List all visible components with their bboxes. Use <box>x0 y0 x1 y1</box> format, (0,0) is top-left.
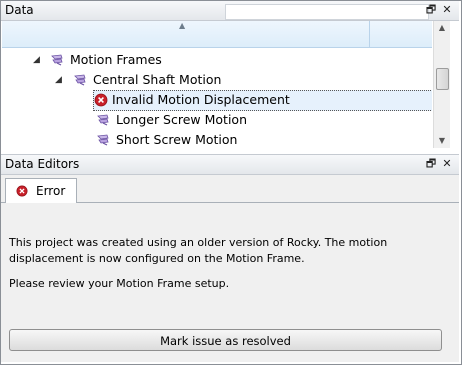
tree-row-central-shaft-motion[interactable]: ◢ Central Shaft Motion <box>2 70 432 90</box>
error-icon <box>16 185 28 197</box>
tree-header-strip[interactable]: ▲ <box>2 21 432 48</box>
expand-arrow-icon[interactable]: ◢ <box>33 50 40 70</box>
data-editors-title: Data Editors <box>5 157 80 171</box>
scroll-down-icon[interactable]: ▼ <box>434 134 450 148</box>
tree-row-label: Short Screw Motion <box>116 132 238 147</box>
tree-row-short-screw-motion[interactable]: Short Screw Motion <box>2 130 432 148</box>
motion-frame-icon <box>74 74 86 86</box>
motion-frame-icon <box>97 134 109 146</box>
error-message: This project was created using an older … <box>9 235 449 301</box>
tab-error-label: Error <box>36 184 66 198</box>
tree-row-label: Central Shaft Motion <box>93 72 222 87</box>
scroll-up-icon[interactable]: ▲ <box>434 21 450 35</box>
tree-row-label: Motion Frames <box>70 52 162 67</box>
float-window-icon[interactable]: 🗗 <box>424 157 438 171</box>
data-editors-titlebar: Data Editors 🗗 ✕ <box>1 154 459 175</box>
data-panel-titlebar: Data 🗗 ✕ <box>1 1 459 21</box>
data-panel-title: Data <box>5 3 34 17</box>
float-window-icon[interactable]: 🗗 <box>424 3 438 17</box>
expand-arrow-icon[interactable]: ◢ <box>55 70 62 90</box>
motion-frame-icon <box>97 114 109 126</box>
tab-error[interactable]: Error <box>5 178 77 203</box>
error-message-text: This project was created using an older … <box>9 236 388 265</box>
mark-issue-resolved-button[interactable]: Mark issue as resolved <box>9 329 442 351</box>
tree-row-label: Longer Screw Motion <box>116 112 247 127</box>
header-divider <box>369 21 370 47</box>
data-search-input[interactable] <box>225 4 429 20</box>
sort-ascending-icon[interactable]: ▲ <box>179 21 185 30</box>
close-panel-icon[interactable]: ✕ <box>440 157 454 171</box>
close-panel-icon[interactable]: ✕ <box>440 3 454 17</box>
tree-vertical-scrollbar[interactable]: ▲ ▼ <box>433 21 450 148</box>
error-icon <box>94 93 108 107</box>
tree-row-motion-frames[interactable]: ◢ Motion Frames <box>2 50 432 70</box>
scrollbar-thumb[interactable] <box>436 68 449 90</box>
tree-row-invalid-motion-displacement[interactable]: Invalid Motion Displacement <box>2 90 432 110</box>
motion-frame-icon <box>51 54 63 66</box>
tree-row-longer-screw-motion[interactable]: Longer Screw Motion <box>2 110 432 130</box>
error-message-hint: Please review your Motion Frame setup. <box>9 277 230 290</box>
data-editors-body: Error This project was created using an … <box>1 175 459 362</box>
data-tree[interactable]: ▲ ◢ Motion Frames ◢ Central Shaft Motion… <box>2 21 432 148</box>
tree-row-label: Invalid Motion Displacement <box>112 92 290 107</box>
